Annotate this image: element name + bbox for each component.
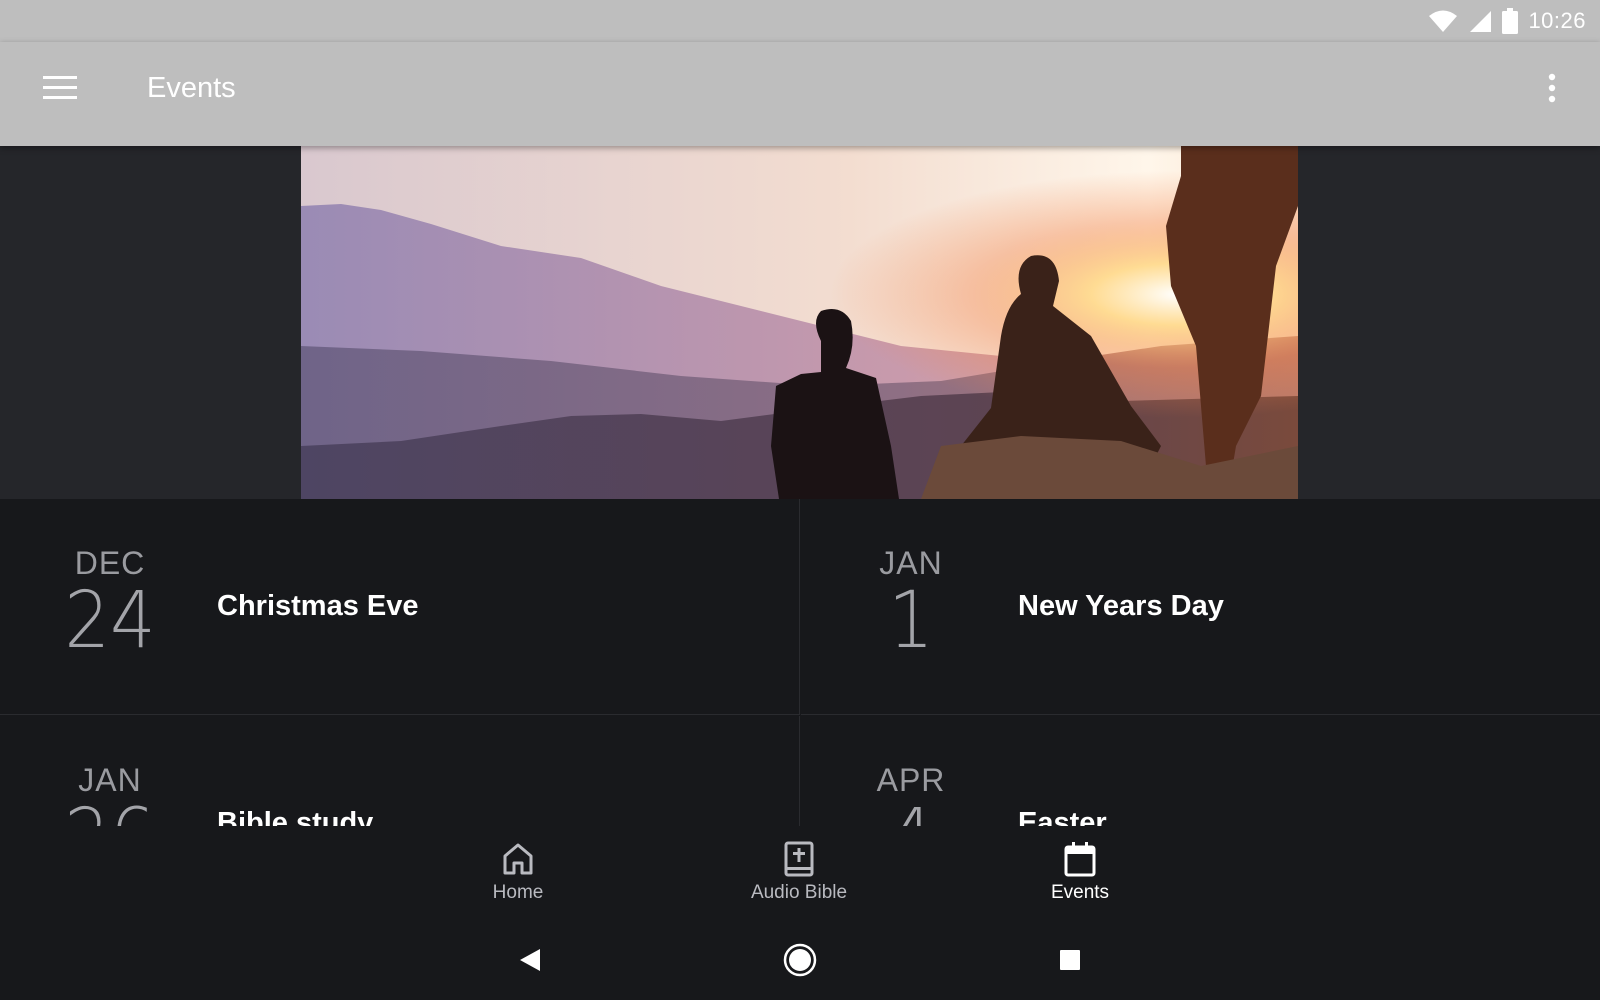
event-card-new-years-day[interactable]: JAN 1 New Years Day [801,499,1600,715]
hamburger-menu-icon [43,75,77,106]
wifi-icon [1428,9,1458,33]
event-title: Easter [1018,807,1107,826]
nav-label: Home [492,882,544,903]
nav-events[interactable]: Events [1010,840,1150,914]
event-card-christmas-eve[interactable]: DEC 24 Christmas Eve [0,499,800,715]
calendar-icon [1064,840,1096,878]
nav-audio-bible[interactable]: Audio Bible [729,840,869,914]
event-date: JAN 1 [853,545,969,661]
app-bar: Events [0,42,1600,146]
event-title: New Years Day [1018,590,1224,622]
event-date: APR 4 [853,762,969,826]
menu-button[interactable] [30,66,90,114]
nav-home[interactable]: Home [448,840,588,914]
status-time: 10:26 [1528,8,1586,33]
event-day: 26 [57,798,164,826]
bottom-navigation: Home Audio Bible Events [0,826,1600,920]
recents-square-icon [1058,948,1082,977]
battery-icon [1502,8,1519,34]
overflow-menu-button[interactable] [1528,66,1576,114]
event-day: 1 [888,576,934,666]
nav-label: Audio Bible [750,882,848,903]
page-title: Events [147,72,236,104]
sunset-mountain-photo-icon [301,146,1298,499]
events-grid: DEC 24 Christmas Eve JAN 1 New Years Day… [0,499,1600,826]
event-card-easter[interactable]: APR 4 Easter [801,716,1600,826]
cell-signal-icon [1468,9,1492,33]
more-vert-icon [1547,73,1557,108]
event-card-bible-study[interactable]: JAN 26 Bible study [0,716,800,826]
system-recents-button[interactable] [1048,940,1092,984]
event-day: 24 [64,576,156,666]
system-home-button[interactable] [778,940,822,984]
bible-icon [784,840,814,878]
event-date: JAN 26 [52,762,168,826]
event-title: Bible study [217,807,374,826]
hero-banner [0,146,1600,499]
app-root: 10:26 Events DEC 24 Christmas Eve JAN 1 … [0,0,1600,1000]
home-circle-icon [783,943,817,982]
back-triangle-icon [518,947,542,978]
event-title: Christmas Eve [217,590,419,622]
status-bar: 10:26 [0,0,1600,42]
system-back-button[interactable] [508,940,552,984]
home-icon [502,840,534,878]
system-navigation-bar [0,920,1600,1000]
hero-image [301,146,1298,499]
event-day: 4 [858,798,965,826]
event-date: DEC 24 [52,545,168,661]
nav-label: Events [1050,882,1110,903]
